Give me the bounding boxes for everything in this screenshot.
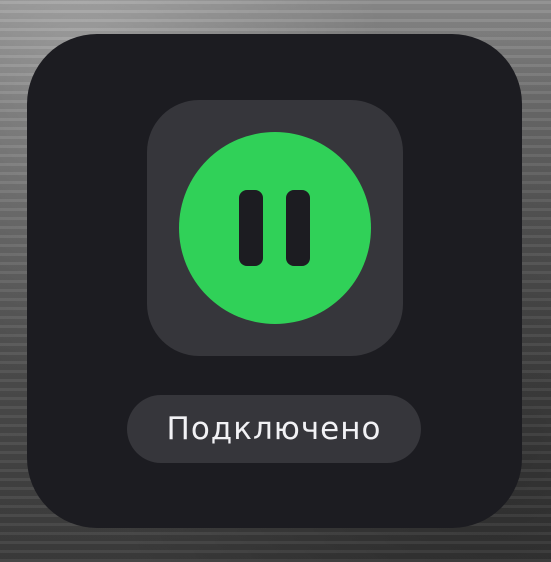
toggle-tile: [147, 100, 403, 356]
connection-widget: Подключено: [27, 34, 522, 528]
status-pill: Подключено: [127, 395, 421, 463]
status-label: Подключено: [166, 411, 382, 447]
pause-toggle-button[interactable]: [179, 132, 371, 324]
pause-bar-left: [239, 190, 263, 266]
pause-bar-right: [286, 190, 310, 266]
